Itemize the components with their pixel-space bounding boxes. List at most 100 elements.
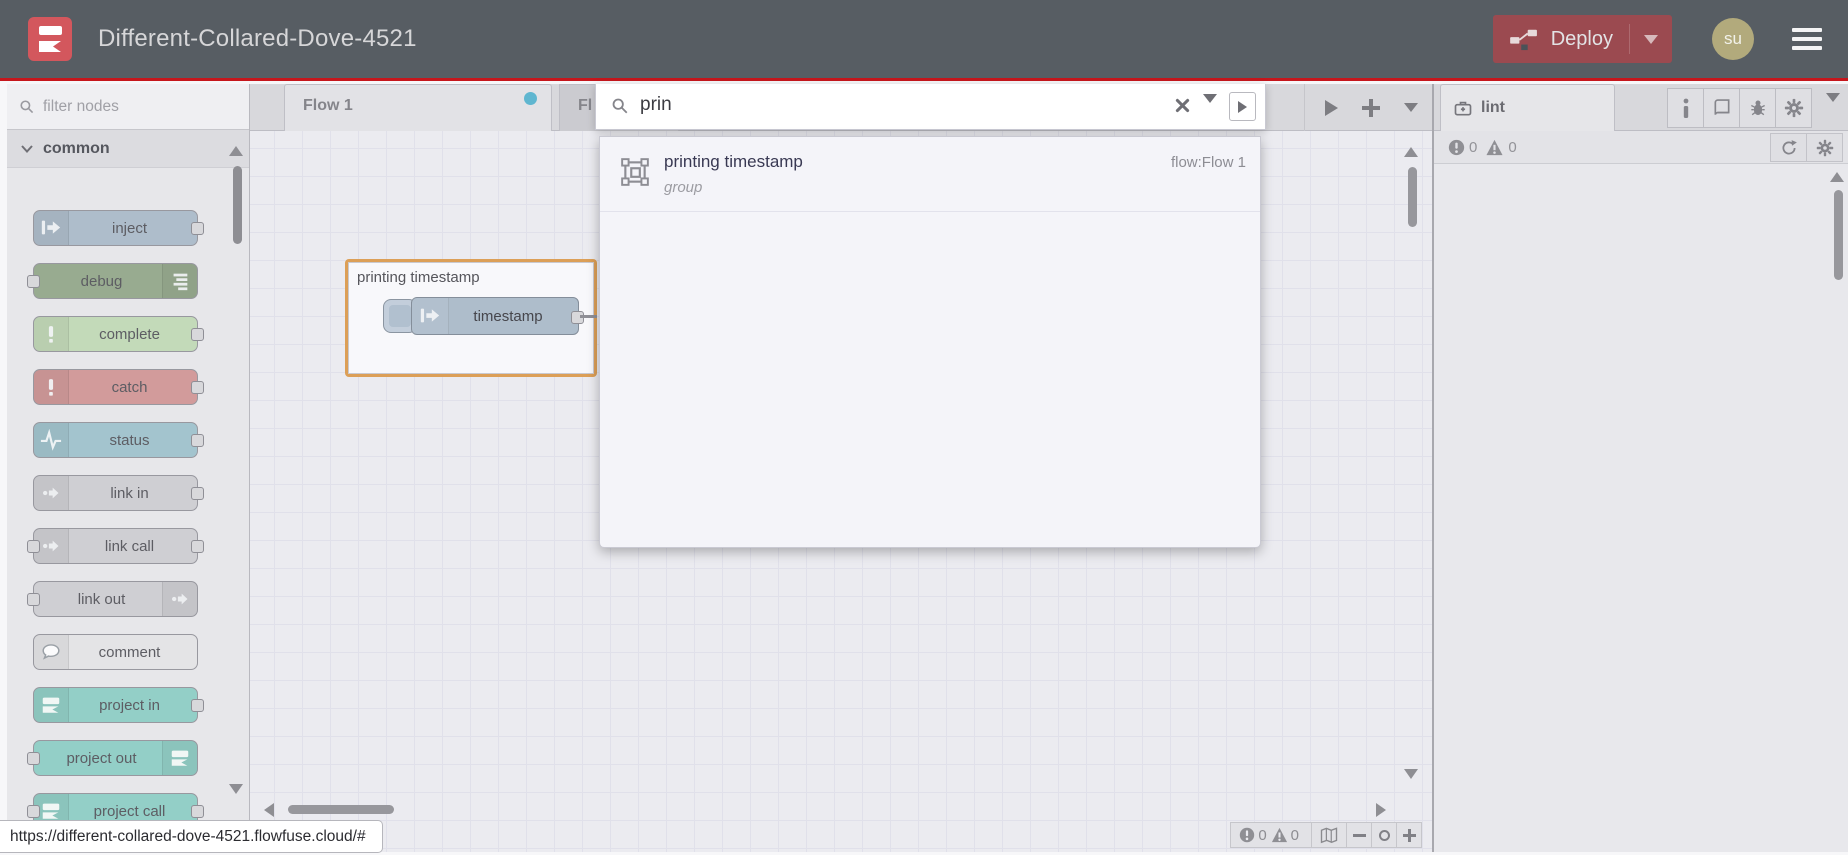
next-tab-button[interactable] <box>1325 99 1338 116</box>
search-input-value[interactable]: prin <box>640 94 672 116</box>
search-expand-button[interactable] <box>1229 92 1256 121</box>
result-subtitle: group <box>664 179 703 196</box>
map-icon <box>1320 826 1338 843</box>
lint-results-panel <box>1434 164 1848 851</box>
navigator-button[interactable] <box>1311 822 1347 848</box>
error-icon <box>1448 139 1465 155</box>
help-tab-button[interactable] <box>1703 88 1740 128</box>
search-result-item[interactable]: printing timestamp group flow:Flow 1 <box>600 137 1260 212</box>
triangle-down-icon <box>1404 769 1418 779</box>
tab-label: Fl <box>578 97 593 114</box>
palette-scrollbar-thumb[interactable] <box>233 166 242 244</box>
lint-error-count: 0 <box>1469 138 1478 156</box>
palette-node-status[interactable]: status <box>33 422 204 458</box>
exclaim-icon <box>34 317 69 351</box>
lint-summary-bar: 0 0 <box>1434 131 1848 164</box>
triangle-up-icon <box>229 146 243 156</box>
bubble-icon <box>34 635 69 669</box>
palette-node-link-call[interactable]: link call <box>27 528 204 564</box>
output-port <box>191 434 204 447</box>
gear-icon <box>1816 139 1833 156</box>
palette-node-debug[interactable]: debug <box>27 263 198 299</box>
zoom-in-button[interactable] <box>1396 822 1421 848</box>
triangle-up-icon <box>1404 147 1418 157</box>
horizontal-scrollbar-thumb[interactable] <box>288 805 394 814</box>
error-icon <box>1240 827 1255 843</box>
vertical-scrollbar-thumb[interactable] <box>1408 167 1417 227</box>
tab-controls <box>1304 84 1432 131</box>
lint-toolbox-icon <box>1454 101 1472 116</box>
palette-scroll-up-button[interactable] <box>229 146 243 156</box>
lint-settings-button[interactable] <box>1806 133 1843 162</box>
search-box[interactable]: prin <box>595 84 1266 130</box>
search-dialog: prin printing timestamp group flow:Flow … <box>595 84 1266 548</box>
palette-scroll-down-button[interactable] <box>229 784 243 794</box>
deploy-options-button[interactable] <box>1629 24 1658 54</box>
palette-category-common[interactable]: common <box>7 130 249 168</box>
debug-tab-button[interactable] <box>1739 88 1776 128</box>
inject-node[interactable]: timestamp <box>383 297 584 335</box>
refresh-icon <box>1781 139 1797 154</box>
palette-node-list: inject debug complete catch status link … <box>7 168 249 830</box>
flow-list-button[interactable] <box>1404 103 1418 112</box>
refresh-button[interactable] <box>1770 133 1807 162</box>
scroll-left-button[interactable] <box>264 803 274 817</box>
hamburger-icon <box>1792 28 1822 32</box>
sidebar-scrollbar-thumb[interactable] <box>1834 190 1843 280</box>
zoom-controls <box>1346 822 1422 848</box>
palette-node-complete[interactable]: complete <box>33 316 204 352</box>
sidebar-menu-button[interactable] <box>1826 93 1840 120</box>
palette-node-comment[interactable]: comment <box>33 634 198 670</box>
palette-node-catch[interactable]: catch <box>33 369 204 405</box>
flowfuse-logo-icon <box>28 17 72 61</box>
search-icon <box>612 98 628 114</box>
scroll-down-button[interactable] <box>1404 769 1418 779</box>
input-port <box>27 752 40 765</box>
user-avatar[interactable]: su <box>1712 18 1754 60</box>
triangle-right-icon <box>1376 803 1386 817</box>
search-results-list: printing timestamp group flow:Flow 1 <box>599 136 1261 548</box>
info-tab-button[interactable] <box>1667 88 1704 128</box>
status-url-tooltip: https://different-collared-dove-4521.flo… <box>0 820 383 853</box>
zoom-out-button[interactable] <box>1347 833 1371 837</box>
sidebar-scroll-up-button[interactable] <box>1830 172 1844 182</box>
add-flow-button[interactable] <box>1362 98 1380 117</box>
main-menu-button[interactable] <box>1792 28 1822 50</box>
search-options-button[interactable] <box>1203 94 1217 121</box>
circle-icon <box>1378 829 1390 841</box>
link-icon <box>34 476 69 510</box>
palette-node-project-in[interactable]: project in <box>33 687 204 723</box>
input-port <box>27 805 40 818</box>
config-tab-button[interactable] <box>1775 88 1812 128</box>
palette-node-link-in[interactable]: link in <box>33 475 204 511</box>
notification-counts[interactable]: 0 0 <box>1230 822 1312 848</box>
chevron-down-icon <box>21 144 33 153</box>
scroll-right-button[interactable] <box>1376 803 1386 817</box>
chevron-down-icon <box>1826 93 1840 119</box>
horizontal-scrollbar <box>250 802 1432 818</box>
lint-toolbar <box>1770 133 1843 162</box>
node-red-editor: Different-Collared-Dove-4521 Deploy su f… <box>0 0 1848 855</box>
output-port <box>191 487 204 500</box>
search-icon <box>20 99 34 113</box>
ff-icon <box>162 741 197 775</box>
clear-search-icon[interactable] <box>1174 97 1191 114</box>
triangle-left-icon <box>264 803 274 817</box>
palette-node-project-out[interactable]: project out <box>27 740 198 776</box>
palette-node-link-out[interactable]: link out <box>27 581 198 617</box>
result-title: printing timestamp <box>664 152 803 171</box>
book-icon <box>1714 99 1729 115</box>
sidebar-tab-lint[interactable]: lint <box>1440 84 1615 131</box>
input-port <box>27 540 40 553</box>
error-count: 0 <box>1258 826 1267 844</box>
exclaim-icon <box>34 370 69 404</box>
lint-warning-count: 0 <box>1508 138 1517 156</box>
scroll-up-button[interactable] <box>1404 147 1418 157</box>
palette-node-inject[interactable]: inject <box>33 210 204 246</box>
zoom-reset-button[interactable] <box>1371 822 1396 848</box>
palette-filter[interactable]: filter nodes <box>7 84 249 130</box>
tab-flow-1[interactable]: Flow 1 <box>284 84 552 131</box>
sidebar-tab-bar: lint <box>1434 84 1848 131</box>
deploy-button[interactable]: Deploy <box>1492 15 1672 63</box>
warning-icon <box>1486 139 1503 155</box>
